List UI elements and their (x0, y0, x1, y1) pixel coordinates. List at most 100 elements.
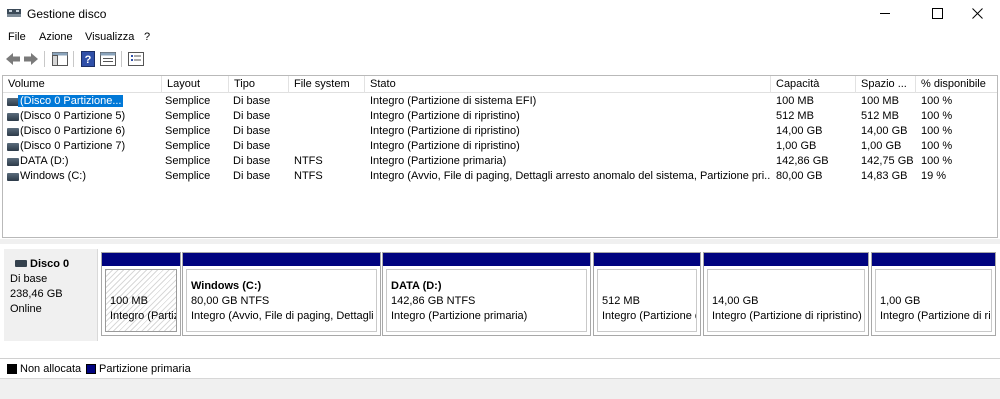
tipo-cell: Di base (233, 95, 271, 107)
partition-size: 80,00 GB NTFS (191, 295, 270, 307)
partition-name: Windows (C:) (191, 280, 262, 292)
volume-name: (Disco 0 Partizione... (18, 95, 124, 107)
partition-size: 512 MB (602, 295, 640, 307)
stato-cell: Integro (Avvio, File di paging, Dettagli… (370, 170, 770, 182)
window-title: Gestione disco (27, 7, 107, 21)
capacita-cell: 100 MB (776, 95, 814, 107)
spazio-cell: 1,00 GB (861, 140, 902, 152)
toolbar-separator (44, 51, 45, 67)
table-row[interactable]: DATA (D:) Semplice Di base NTFS Integro … (3, 154, 997, 169)
layout-cell: Semplice (165, 155, 211, 167)
help-button[interactable]: ? (79, 50, 97, 68)
partition-status: Integro (Partizione di ripristino) (712, 310, 862, 322)
back-button[interactable] (4, 50, 22, 68)
disk-view: Disco 0 Di base 238,46 GB Online 100 MB … (0, 244, 1000, 356)
perc-cell: 100 % (921, 125, 953, 137)
partition-body: DATA (D:) 142,86 GB NTFS Integro (Partiz… (386, 269, 587, 332)
partition-body: 14,00 GB Integro (Partizione di ripristi… (707, 269, 865, 332)
menu-visualizza[interactable]: Visualizza (85, 31, 134, 43)
perc-cell: 100 % (921, 140, 953, 152)
stato-cell: Integro (Partizione di ripristino) (370, 125, 520, 137)
partition-body: 1,00 GB Integro (Partizione di rip (875, 269, 992, 332)
volume-list[interactable]: Volume Layout Tipo File system Stato Cap… (2, 75, 998, 238)
partition-data-d[interactable]: DATA (D:) 142,86 GB NTFS Integro (Partiz… (382, 252, 591, 336)
perc-cell: 100 % (921, 110, 953, 122)
tipo-cell: Di base (233, 155, 271, 167)
status-bar (0, 378, 1000, 399)
partition-6[interactable]: 14,00 GB Integro (Partizione di ripristi… (703, 252, 869, 336)
disk-info[interactable]: Disco 0 Di base 238,46 GB Online (4, 249, 98, 341)
help-icon: ? (81, 51, 95, 67)
stato-cell: Integro (Partizione di sistema EFI) (370, 95, 537, 107)
partition-status: Integro (Partizione d (602, 310, 697, 322)
perc-cell: 100 % (921, 95, 953, 107)
console-tree-button[interactable] (51, 50, 69, 68)
disk-size: 238,46 GB (10, 288, 63, 300)
partition-5[interactable]: 512 MB Integro (Partizione d (593, 252, 701, 336)
table-row[interactable]: Windows (C:) Semplice Di base NTFS Integ… (3, 169, 997, 184)
partition-status: Integro (Partizi (110, 310, 177, 322)
close-button[interactable] (954, 0, 1000, 27)
table-row[interactable]: (Disco 0 Partizione 5) Semplice Di base … (3, 109, 997, 124)
legend: Non allocata Partizione primaria (0, 358, 1000, 378)
legend-swatch-unallocated (7, 364, 17, 374)
fs-cell (294, 124, 364, 139)
forward-icon (24, 53, 38, 65)
stato-cell: Integro (Partizione primaria) (370, 155, 507, 167)
volume-icon (7, 143, 19, 151)
volume-name: Windows (C:) (20, 170, 87, 182)
capacita-cell: 1,00 GB (776, 140, 817, 152)
perc-cell: 100 % (921, 155, 953, 167)
column-header-tipo[interactable]: Tipo (229, 76, 289, 93)
volume-name: DATA (D:) (20, 155, 69, 167)
partition-windows-c[interactable]: Windows (C:) 80,00 GB NTFS Integro (Avvi… (182, 252, 381, 336)
menu-help[interactable]: ? (144, 31, 150, 43)
fs-cell (294, 139, 364, 154)
partition-size: 142,86 GB NTFS (391, 295, 476, 307)
partition-bar (872, 253, 995, 266)
minimize-button[interactable] (862, 0, 908, 27)
table-row[interactable]: (Disco 0 Partizione 6) Semplice Di base … (3, 124, 997, 139)
volume-icon (7, 113, 19, 121)
column-header-spazio[interactable]: Spazio ... (856, 76, 916, 93)
menu-file[interactable]: File (8, 31, 26, 43)
properties-button[interactable] (99, 50, 117, 68)
legend-label-primary: Partizione primaria (99, 363, 191, 375)
forward-button[interactable] (22, 50, 40, 68)
disk-list-button[interactable] (127, 50, 145, 68)
stato-cell: Integro (Partizione di ripristino) (370, 140, 520, 152)
table-row[interactable]: (Disco 0 Partizione 7) Semplice Di base … (3, 139, 997, 154)
fs-cell (294, 109, 364, 124)
column-header-volume[interactable]: Volume (3, 76, 162, 93)
table-row[interactable]: (Disco 0 Partizione... Semplice Di base … (3, 94, 997, 109)
column-header-capacita[interactable]: Capacità (771, 76, 856, 93)
spazio-cell: 100 MB (861, 95, 899, 107)
spazio-cell: 142,75 GB (861, 155, 914, 167)
disk-icon (15, 260, 27, 267)
volume-name: (Disco 0 Partizione 7) (20, 140, 126, 152)
partition-bar (102, 253, 180, 266)
legend-label-unallocated: Non allocata (20, 363, 82, 375)
maximize-icon (931, 8, 943, 19)
fs-cell: NTFS (294, 155, 323, 167)
fs-cell (294, 94, 364, 109)
menu-azione[interactable]: Azione (39, 31, 73, 43)
layout-cell: Semplice (165, 125, 211, 137)
volume-icon (7, 128, 19, 136)
svg-text:?: ? (85, 54, 92, 66)
partition-efi[interactable]: 100 MB Integro (Partizi (101, 252, 181, 336)
spazio-cell: 512 MB (861, 110, 899, 122)
disk-name: Disco 0 (30, 258, 70, 270)
column-header-perc[interactable]: % disponibile (916, 76, 997, 93)
partition-7[interactable]: 1,00 GB Integro (Partizione di rip (871, 252, 996, 336)
partition-size: 14,00 GB (712, 295, 759, 307)
volume-name: (Disco 0 Partizione 6) (20, 125, 126, 137)
tipo-cell: Di base (233, 170, 271, 182)
partition-body: 512 MB Integro (Partizione d (597, 269, 697, 332)
column-header-layout[interactable]: Layout (162, 76, 229, 93)
capacita-cell: 14,00 GB (776, 125, 823, 137)
spazio-cell: 14,83 GB (861, 170, 908, 182)
menu-bar: File Azione Visualizza ? (0, 28, 1000, 47)
column-header-file-system[interactable]: File system (289, 76, 365, 93)
column-header-stato[interactable]: Stato (365, 76, 771, 93)
